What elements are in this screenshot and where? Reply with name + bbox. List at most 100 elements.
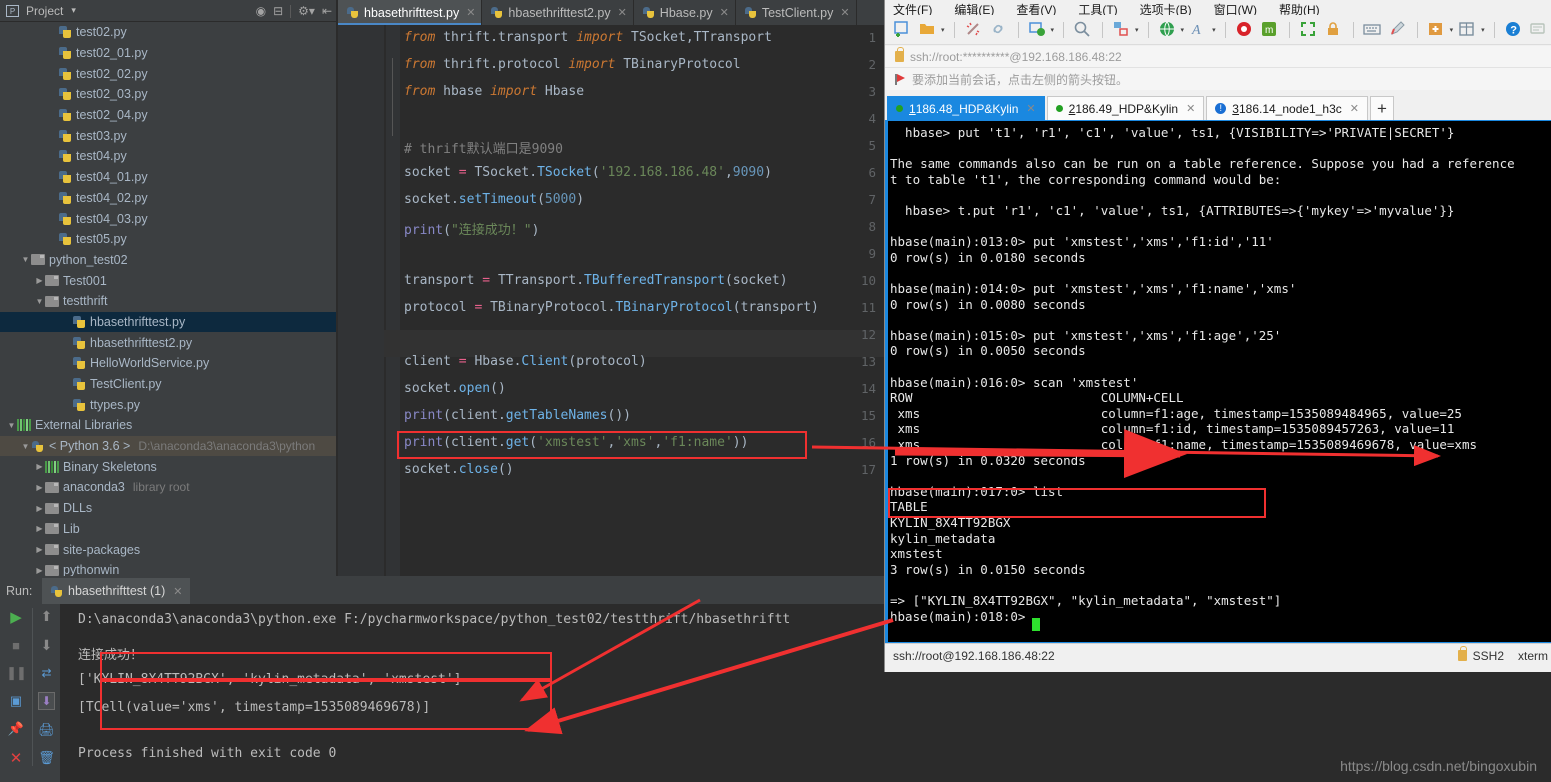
lock-icon[interactable] [1324, 20, 1344, 40]
editor-tab[interactable]: hbasethrifttest.py ✕ [338, 0, 483, 25]
chevron-right-icon[interactable]: ▶ [34, 566, 45, 575]
tree-item[interactable]: ▶ Lib [0, 519, 336, 540]
session-tab[interactable]: ! 3 186.14_node1_h3c ✕ [1206, 96, 1368, 120]
add-session-tab-button[interactable]: + [1369, 96, 1394, 120]
menu-item[interactable]: 编辑(E) [954, 1, 994, 15]
editor-tab-bar[interactable]: hbasethrifttest.py ✕ hbasethrifttest2.py ✕ H… [338, 0, 884, 25]
tree-item[interactable]: test02_04.py [0, 105, 336, 126]
tree-item[interactable]: test02_01.py [0, 43, 336, 64]
menu-item[interactable]: 工具(T) [1078, 1, 1117, 15]
find-icon[interactable] [1073, 20, 1093, 40]
tree-item[interactable]: test04_01.py [0, 167, 336, 188]
tree-item[interactable]: ▶ Binary Skeletons [0, 456, 336, 477]
fullscreen-icon[interactable] [1299, 20, 1319, 40]
tree-item[interactable]: test02.py [0, 22, 336, 43]
chevron-down-icon[interactable]: ▼ [34, 297, 45, 306]
menu-item[interactable]: 帮助(H) [1279, 1, 1320, 15]
scroll-up-icon[interactable]: ⬆ [41, 608, 53, 625]
chevron-down-icon[interactable]: ▾ [1481, 26, 1485, 34]
tree-item[interactable]: ▼ testthrift [0, 291, 336, 312]
menu-item[interactable]: 选项卡(B) [1140, 1, 1192, 15]
terminal-output[interactable]: hbase> put 't1', 'r1', 'c1', 'value', ts… [885, 120, 1551, 643]
print-icon[interactable]: 🖨 [38, 722, 55, 738]
chevron-right-icon[interactable]: ▶ [34, 504, 45, 513]
link-icon[interactable] [989, 20, 1009, 40]
editor-tab[interactable]: TestClient.py ✕ [736, 0, 857, 25]
layout-icon[interactable] [1458, 20, 1478, 40]
close-icon[interactable]: ✕ [173, 585, 182, 598]
print-layout-icon[interactable]: ▣ [10, 693, 22, 709]
chevron-down-icon[interactable]: ▾ [1051, 26, 1055, 34]
tree-item[interactable]: ttypes.py [0, 394, 336, 415]
trash-icon[interactable]: 🗑 [38, 750, 55, 766]
tree-item[interactable]: test05.py [0, 229, 336, 250]
tree-item[interactable]: test02_03.py [0, 84, 336, 105]
chevron-down-icon[interactable]: ▾ [1181, 26, 1185, 34]
editor-tab[interactable]: hbasethrifttest2.py ✕ [482, 0, 634, 25]
run-icon[interactable]: ▶ [10, 608, 22, 626]
close-icon[interactable]: ✕ [466, 6, 475, 19]
close-icon[interactable]: ✕ [1186, 102, 1195, 115]
run-tab-hbasethrifttest[interactable]: hbasethrifttest (1) ✕ [42, 578, 191, 604]
session-tab[interactable]: 1 186.48_HDP&Kylin ✕ [887, 96, 1045, 120]
hide-panel-icon[interactable]: ⇤ [322, 3, 332, 19]
editor-tab[interactable]: Hbase.py ✕ [634, 0, 736, 25]
scroll-down-icon[interactable]: ⬇ [41, 637, 53, 654]
project-tree[interactable]: test02.py test02_01.py test02_02.py test02_… [0, 22, 336, 576]
highlight-pen-icon[interactable] [1388, 20, 1408, 40]
chevron-down-icon[interactable]: ▼ [20, 442, 31, 451]
xshell-address-bar[interactable]: ssh://root:**********@192.168.186.48:22 [885, 46, 1551, 68]
pause-icon[interactable]: ❚❚ [6, 665, 27, 681]
chevron-down-icon[interactable]: ▾ [1135, 26, 1139, 34]
tree-item[interactable]: TestClient.py [0, 374, 336, 395]
code-editor[interactable]: 1 2 3 4 5 6 7 8 9 10 11 12 13 14 15 16 17 from thrift.tr… [338, 25, 884, 576]
xshell-menu-bar[interactable]: 文件(F) 编辑(E) 查看(V) 工具(T) 选项卡(B) 窗口(W) 帮助(H) [885, 0, 1551, 15]
chevron-right-icon[interactable]: ▶ [34, 483, 45, 492]
close-icon[interactable]: ✕ [720, 6, 729, 19]
tree-item[interactable]: ▶ pythonwin [0, 560, 336, 576]
scroll-to-end-icon[interactable]: ⬇ [38, 692, 55, 710]
tree-item[interactable]: ▶ DLLs [0, 498, 336, 519]
pin-icon[interactable]: 📌 [8, 721, 24, 737]
tree-item[interactable]: test02_02.py [0, 63, 336, 84]
gear-icon[interactable]: ⚙▾ [298, 3, 315, 19]
help-icon[interactable]: ? [1504, 20, 1524, 40]
chevron-down-icon[interactable]: ▼ [6, 421, 17, 430]
tree-item[interactable]: test04_02.py [0, 188, 336, 209]
font-icon[interactable]: A [1189, 20, 1209, 40]
editor-fold-column[interactable] [386, 25, 400, 576]
tree-item[interactable]: test04_03.py [0, 208, 336, 229]
xshell-session-tabs[interactable]: 1 186.48_HDP&Kylin ✕ 2 186.49_HDP&Kylin ✕! 3… [885, 96, 1551, 120]
script-icon[interactable]: m [1260, 20, 1280, 40]
chevron-right-icon[interactable]: ▶ [34, 545, 45, 554]
close-icon[interactable]: ✕ [618, 6, 627, 19]
new-tab-icon[interactable] [1427, 20, 1447, 40]
menu-item[interactable]: 查看(V) [1016, 1, 1056, 15]
tree-item[interactable]: hbasethrifttest.py [0, 311, 336, 333]
tree-item[interactable]: hbasethrifttest2.py [0, 332, 336, 353]
run-tab-bar[interactable]: Run: hbasethrifttest (1) ✕ [0, 578, 884, 604]
stop-icon[interactable]: ■ [12, 638, 20, 653]
close-icon[interactable]: ✕ [10, 749, 23, 767]
chevron-right-icon[interactable]: ▶ [34, 276, 45, 285]
target-icon[interactable]: ◉ [256, 3, 266, 19]
chevron-down-icon[interactable]: ▾ [1450, 26, 1454, 34]
close-icon[interactable]: ✕ [1350, 102, 1359, 115]
tree-item[interactable]: ▼ python_test02 [0, 250, 336, 271]
close-icon[interactable]: ✕ [840, 6, 849, 19]
open-folder-icon[interactable] [918, 20, 938, 40]
tree-item[interactable]: test03.py [0, 125, 336, 146]
keyboard-icon[interactable] [1362, 20, 1383, 40]
run-console[interactable]: D:\anaconda3\anaconda3\python.exe F:/pyc… [60, 604, 884, 782]
tree-item[interactable]: test04.py [0, 146, 336, 167]
tree-item[interactable]: ▶ Test001 [0, 270, 336, 291]
tree-item[interactable]: HelloWorldService.py [0, 353, 336, 374]
chevron-down-icon[interactable]: ▼ [20, 255, 31, 264]
tree-item[interactable]: ▼ External Libraries [0, 415, 336, 436]
transfer-icon[interactable] [1112, 20, 1132, 40]
menu-item[interactable]: 窗口(W) [1214, 1, 1257, 15]
tree-item[interactable]: ▶ anaconda3 library root [0, 477, 336, 498]
spiral-icon[interactable] [1235, 20, 1255, 40]
globe-icon[interactable] [1158, 20, 1178, 40]
collapse-all-icon[interactable]: ⊟ [273, 3, 283, 19]
